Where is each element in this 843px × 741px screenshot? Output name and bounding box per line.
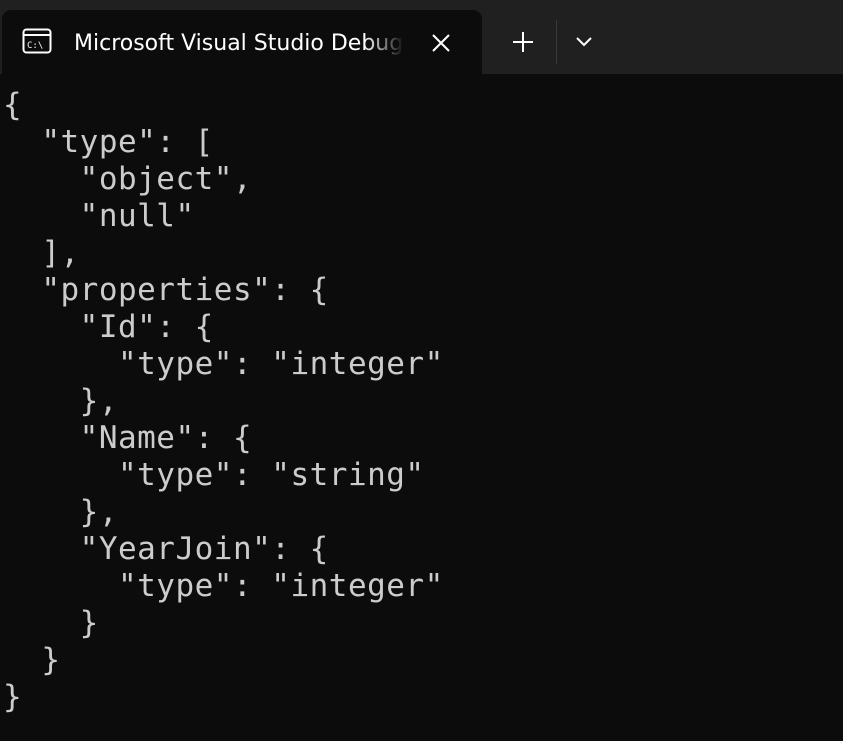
toolbar-divider: [556, 20, 557, 64]
console-output[interactable]: { "type": [ "object", "null" ], "propert…: [3, 87, 444, 716]
plus-icon: [513, 32, 533, 52]
svg-text:C:\: C:\: [27, 41, 43, 51]
console-line: "type": "string": [3, 457, 425, 493]
console-icon: C:\: [22, 28, 52, 54]
console-line: "null": [3, 198, 195, 234]
console-line: "Name": {: [3, 420, 253, 456]
title-bar: C:\ Microsoft Visual Studio Debug Consol…: [0, 0, 843, 74]
console-line: ],: [3, 235, 80, 271]
console-line: {: [3, 87, 23, 123]
console-line: },: [3, 494, 118, 530]
tab-title: Microsoft Visual Studio Debug Console: [74, 31, 404, 56]
new-tab-button[interactable]: [500, 22, 546, 62]
console-line: "properties": {: [3, 272, 329, 308]
console-line: }: [3, 679, 23, 715]
chevron-down-icon: [576, 37, 592, 47]
close-icon: [432, 34, 450, 52]
console-line: "object",: [3, 161, 253, 197]
console-line: }: [3, 605, 99, 641]
console-line: "type": "integer": [3, 346, 444, 382]
tab-debug-console[interactable]: C:\ Microsoft Visual Studio Debug Consol…: [2, 10, 482, 74]
close-tab-button[interactable]: [422, 25, 460, 61]
console-line: "YearJoin": {: [3, 531, 329, 567]
console-line: "Id": {: [3, 309, 214, 345]
console-line: }: [3, 642, 61, 678]
console-line: "type": "integer": [3, 568, 444, 604]
terminal-window: C:\ Microsoft Visual Studio Debug Consol…: [0, 0, 843, 741]
console-line: "type": [: [3, 124, 214, 160]
console-line: },: [3, 383, 118, 419]
profiles-dropdown-button[interactable]: [562, 22, 606, 62]
